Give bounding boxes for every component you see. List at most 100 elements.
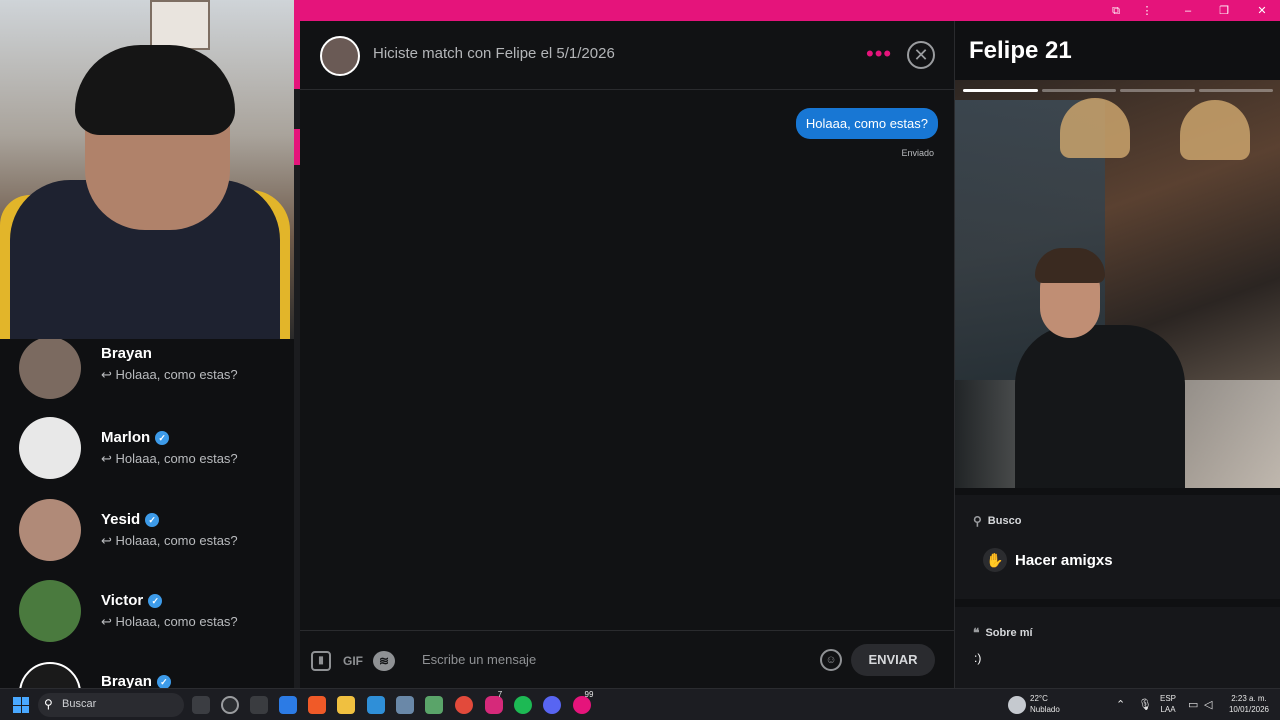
file-explorer-icon[interactable]: [337, 696, 355, 714]
windows-start-icon[interactable]: [13, 697, 29, 713]
minimize-icon[interactable]: –: [1180, 3, 1196, 19]
search-icon: ⚲: [44, 697, 53, 711]
chrome-icon[interactable]: [455, 696, 473, 714]
weather-temp: 22°C: [1030, 694, 1048, 703]
avatar: [19, 580, 81, 642]
spotify-icon[interactable]: ≋: [373, 651, 395, 671]
photo-indicator[interactable]: [1041, 89, 1116, 92]
restore-icon[interactable]: ❐: [1216, 3, 1232, 19]
profile-photo[interactable]: [955, 80, 1280, 488]
microphone-icon[interactable]: 🎙: [1138, 698, 1152, 711]
message-composer: ▮ GIF ≋ Escribe un mensaje ☺ ENVIAR: [300, 630, 954, 688]
taskbar: ⚲ Buscar 7 99 22°C Nublado ⌃ 🎙 ESP LAA ▭…: [0, 688, 1280, 720]
quote-icon: ❝: [973, 626, 980, 640]
photo-indicator[interactable]: [1198, 89, 1273, 92]
match-name: Victor ✓: [101, 592, 163, 609]
avatar: [19, 499, 81, 561]
match-message-text: Holaaa, como estas?: [115, 533, 238, 548]
more-options-icon[interactable]: •••: [866, 43, 892, 65]
verified-badge-icon: ✓: [148, 593, 163, 608]
chat-panel: Hiciste match con Felipe el 5/1/2026 •••…: [300, 21, 954, 688]
profile-name-age: Felipe 21: [969, 37, 1072, 64]
match-last-message: ↩ Holaaa, como estas?: [101, 367, 238, 383]
emoji-icon[interactable]: ☺: [820, 649, 842, 671]
browser-top-bar: ⧉ ⋮ – ❐ ✕: [294, 0, 1280, 21]
match-name-text: Marlon: [101, 429, 151, 446]
message-bubble: Holaaa, como estas?: [795, 108, 938, 139]
about-label-text: Sobre mí: [985, 627, 1033, 639]
reply-icon: ↩: [101, 533, 112, 548]
search-icon: ⚲: [973, 514, 982, 528]
match-item[interactable]: Brayan ↩ Holaaa, como estas?: [0, 339, 294, 417]
match-last-message: ↩ Holaaa, como estas?: [101, 614, 238, 630]
match-last-message: ↩ Holaaa, como estas?: [101, 533, 238, 549]
photo-indicator[interactable]: [963, 89, 1038, 92]
close-chat-icon[interactable]: ✕: [907, 41, 935, 69]
contact-card-icon[interactable]: ▮: [311, 651, 331, 671]
match-item[interactable]: Marlon ✓ ↩ Holaaa, como estas?: [0, 417, 294, 497]
discord-icon[interactable]: [543, 696, 561, 714]
match-item[interactable]: Brayan ✓: [0, 662, 294, 688]
spotify-icon[interactable]: [514, 696, 532, 714]
wall-picture: [150, 0, 210, 50]
match-item[interactable]: Victor ✓ ↩ Holaaa, como estas?: [0, 580, 294, 660]
volume-icon[interactable]: ◁: [1204, 698, 1212, 711]
message-status: Enviado: [901, 148, 934, 158]
reply-icon: ↩: [101, 614, 112, 629]
match-date-title: Hiciste match con Felipe el 5/1/2026: [373, 45, 615, 62]
about-card: ❝ Sobre mí :): [955, 607, 1280, 688]
match-item[interactable]: Yesid ✓ ↩ Holaaa, como estas?: [0, 499, 294, 579]
match-last-message: ↩ Holaaa, como estas?: [101, 451, 238, 467]
message-input[interactable]: Escribe un mensaje: [422, 652, 536, 667]
match-avatar[interactable]: [320, 36, 360, 76]
close-window-icon[interactable]: ✕: [1254, 3, 1270, 19]
photo-lamp: [1060, 98, 1130, 158]
terminal-icon[interactable]: [250, 696, 268, 714]
gif-button[interactable]: GIF: [342, 651, 364, 671]
clock-date[interactable]: 10/01/2026: [1224, 705, 1274, 715]
calculator-icon[interactable]: [396, 696, 414, 714]
verified-badge-icon: ✓: [155, 430, 170, 445]
match-name-text: Brayan: [101, 673, 152, 688]
taskbar-search[interactable]: ⚲ Buscar: [38, 693, 184, 717]
match-message-text: Holaaa, como estas?: [115, 451, 238, 466]
photo-hair: [1035, 248, 1105, 283]
looking-for-value-text: Hacer amigxs: [1015, 551, 1113, 569]
reply-icon: ↩: [101, 451, 112, 466]
snipping-tool-icon[interactable]: [425, 696, 443, 714]
language-top[interactable]: ESP: [1160, 694, 1176, 704]
tinder-badge: 99: [584, 690, 594, 699]
avatar: [19, 417, 81, 479]
match-name-text: Yesid: [101, 511, 141, 528]
instagram-badge: 7: [497, 690, 503, 699]
brave-icon[interactable]: [308, 696, 326, 714]
hair: [75, 45, 235, 135]
match-list: Brayan ↩ Holaaa, como estas? Marlon ✓ ↩ H…: [0, 339, 294, 688]
chevron-up-icon[interactable]: ⌃: [1116, 698, 1125, 711]
kebab-icon[interactable]: ⋮: [1139, 3, 1155, 19]
looking-for-label: ⚲ Busco: [973, 514, 1021, 528]
send-button[interactable]: ENVIAR: [851, 644, 935, 676]
clock-time[interactable]: 2:23 a. m.: [1224, 694, 1274, 704]
match-name-text: Victor: [101, 592, 144, 609]
match-message-text: Holaaa, como estas?: [115, 367, 238, 382]
photos-icon[interactable]: [367, 696, 385, 714]
avatar: [19, 662, 81, 688]
store-icon[interactable]: [279, 696, 297, 714]
avatar: [19, 339, 81, 399]
photo-progress: [963, 89, 1273, 92]
task-view-icon[interactable]: [192, 696, 210, 714]
weather-desc: Nublado: [1030, 705, 1060, 714]
network-icon[interactable]: ▭: [1188, 698, 1198, 711]
language-bottom[interactable]: LAA: [1160, 705, 1176, 715]
puzzle-icon[interactable]: ⧉: [1108, 3, 1124, 19]
about-text: :): [974, 651, 982, 665]
app-window: ⧉ ⋮ – ❐ ✕ Brayan ↩ Holaaa, como estas? M…: [0, 0, 1280, 720]
weather-icon[interactable]: [1008, 696, 1026, 714]
chat-header: Hiciste match con Felipe el 5/1/2026 •••…: [300, 21, 954, 90]
copilot-icon[interactable]: [221, 696, 239, 714]
taskbar-search-text: Buscar: [62, 698, 97, 710]
match-name: Marlon ✓: [101, 429, 170, 446]
looking-for-value: ✋ Hacer amigxs: [983, 548, 1113, 572]
photo-indicator[interactable]: [1120, 89, 1195, 92]
